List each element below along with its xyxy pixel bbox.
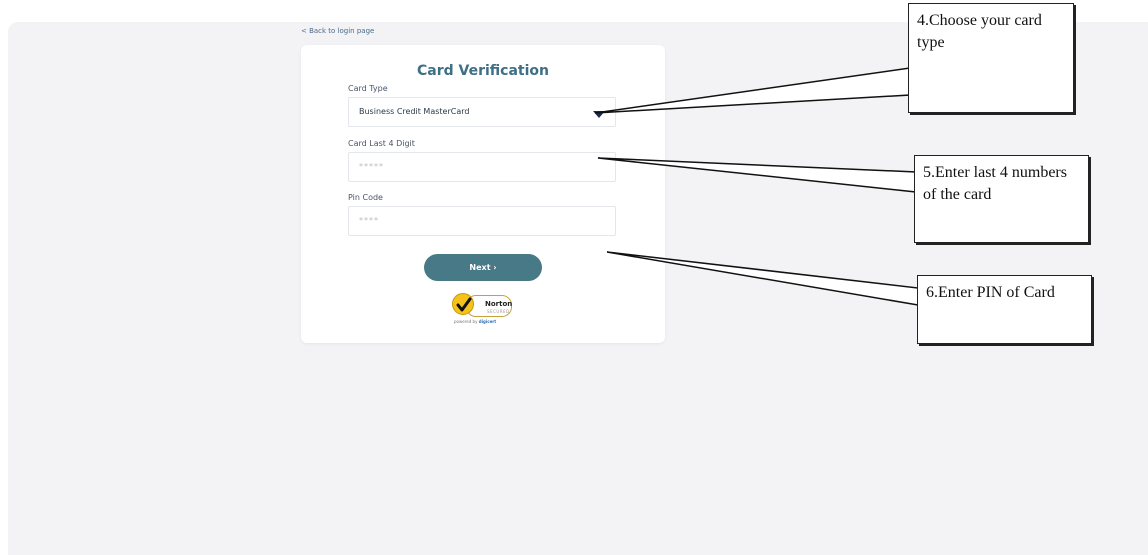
callout-step4: 4.Choose your card type <box>908 3 1074 113</box>
arrow-step6 <box>606 251 919 306</box>
arrow-step4 <box>594 67 911 114</box>
callout-step6: 6.Enter PIN of Card <box>917 275 1092 344</box>
callout-step6-text: 6.Enter PIN of Card <box>926 284 1055 301</box>
callout-step5: 5.Enter last 4 numbers of the card <box>914 155 1089 243</box>
arrow-step5 <box>597 157 917 193</box>
callout-step5-text: 5.Enter last 4 numbers of the card <box>923 164 1067 203</box>
callout-step4-text: 4.Choose your card type <box>917 12 1042 51</box>
